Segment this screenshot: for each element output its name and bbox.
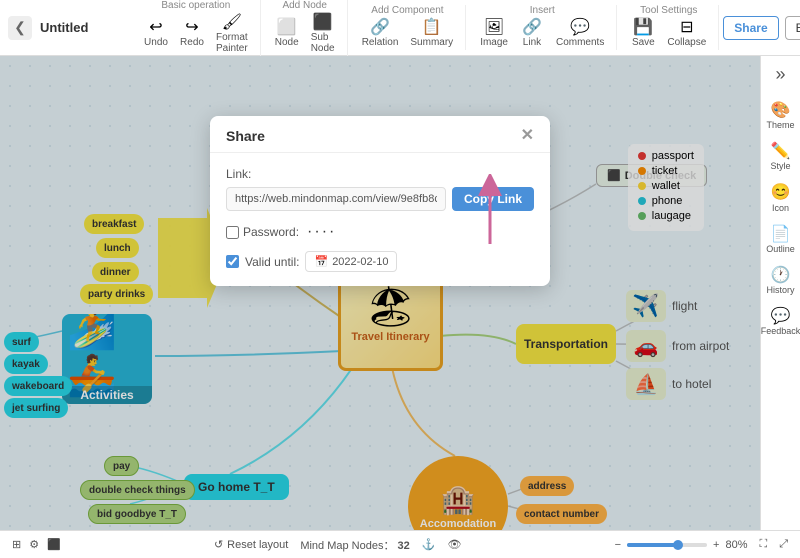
- toolbar: ❮ Untitled Basic operation ↩ Undo ↪ Redo…: [0, 0, 800, 56]
- format-painter-button[interactable]: 🖌 Format Painter: [212, 13, 252, 56]
- zoom-controls: − + 80%: [615, 539, 748, 551]
- link-label: Link:: [226, 167, 534, 181]
- password-checkbox[interactable]: [226, 226, 239, 239]
- valid-row: Valid until: 📅 2022-02-10: [226, 251, 534, 272]
- layers-icon[interactable]: ⬛: [47, 538, 61, 551]
- save-button[interactable]: 💾 Save: [627, 18, 659, 50]
- reset-icon: ↺: [214, 538, 223, 551]
- undo-button[interactable]: ↩ Undo: [140, 18, 172, 50]
- password-dots: ····: [307, 223, 336, 241]
- password-row: Password: ····: [226, 223, 534, 241]
- link-button[interactable]: 🔗 Link: [516, 18, 548, 50]
- redo-button[interactable]: ↪ Redo: [176, 18, 208, 50]
- mind-map-canvas[interactable]: breakfast lunch dinner party drinks 🏄🚣 A…: [0, 56, 760, 530]
- share-button[interactable]: Share: [723, 16, 778, 40]
- bottom-bar: ⊞ ⚙ ⬛ ↺ Reset layout Mind Map Nodes： 32 …: [0, 530, 800, 558]
- modal-close-button[interactable]: ✕: [521, 128, 534, 144]
- theme-button[interactable]: 🎨 Theme: [763, 97, 799, 134]
- basic-operation-group: Basic operation ↩ Undo ↪ Redo 🖌 Format P…: [132, 0, 261, 56]
- outline-button[interactable]: 📄 Outline: [763, 221, 799, 258]
- zoom-out-button[interactable]: −: [615, 539, 621, 551]
- settings-icon[interactable]: ⚙: [29, 538, 39, 551]
- app-title: Untitled: [40, 20, 88, 35]
- export-button[interactable]: Export: [785, 16, 800, 40]
- password-label: Password:: [243, 225, 299, 239]
- anchor-icon[interactable]: ⚓: [422, 538, 436, 551]
- date-field[interactable]: 📅 2022-02-10: [305, 251, 397, 272]
- history-icon: 🕐: [771, 266, 791, 285]
- outline-icon: 📄: [771, 225, 791, 244]
- sub-node-button[interactable]: ⬛ Sub Node: [307, 13, 339, 56]
- history-button[interactable]: 🕐 History: [763, 262, 799, 299]
- zoom-in-button[interactable]: +: [713, 539, 719, 551]
- node-button[interactable]: ⬜ Node: [271, 18, 303, 50]
- icon-button[interactable]: 😊 Icon: [763, 179, 799, 216]
- link-input[interactable]: [226, 187, 446, 211]
- modal-header: Share ✕: [210, 116, 550, 153]
- tool-settings-group: Tool Settings 💾 Save ⊟ Collapse: [619, 5, 719, 50]
- icon-icon: 😊: [771, 183, 791, 202]
- right-sidebar: » 🎨 Theme ✏️ Style 😊 Icon 📄 Outline 🕐 Hi…: [760, 56, 800, 530]
- add-component-group: Add Component 🔗 Relation 📋 Summary: [350, 5, 467, 50]
- modal-title: Share: [226, 128, 265, 144]
- feedback-icon: 💬: [771, 307, 791, 326]
- style-icon: ✏️: [771, 142, 791, 161]
- password-checkbox-label: Password:: [226, 225, 299, 239]
- node-count: 32: [398, 540, 410, 552]
- node-count-label: Mind Map Nodes： 32: [300, 537, 409, 553]
- copy-link-button[interactable]: Copy Link: [452, 187, 534, 211]
- eye-icon[interactable]: 👁: [447, 538, 461, 551]
- style-button[interactable]: ✏️ Style: [763, 138, 799, 175]
- modal-overlay: Share ✕ Link: Copy Link Password: ···: [0, 56, 760, 530]
- link-row: Copy Link: [226, 187, 534, 211]
- reset-layout-button[interactable]: ↺ Reset layout: [214, 538, 288, 551]
- theme-icon: 🎨: [771, 101, 791, 120]
- feedback-button[interactable]: 💬 Feedback: [763, 303, 799, 340]
- fullscreen-button[interactable]: ⤢: [779, 538, 788, 551]
- summary-button[interactable]: 📋 Summary: [406, 18, 457, 50]
- collapse-button[interactable]: ⊟ Collapse: [663, 18, 710, 50]
- insert-group: Insert 🖼 Image 🔗 Link 💬 Comments: [468, 5, 617, 50]
- valid-until-label: Valid until:: [245, 255, 299, 269]
- fit-screen-button[interactable]: ⛶: [760, 538, 768, 551]
- comments-button[interactable]: 💬 Comments: [552, 18, 608, 50]
- sidebar-collapse-button[interactable]: »: [775, 64, 785, 85]
- relation-button[interactable]: 🔗 Relation: [358, 18, 403, 50]
- back-button[interactable]: ❮: [8, 16, 32, 40]
- zoom-slider[interactable]: [627, 543, 707, 547]
- image-button[interactable]: 🖼 Image: [476, 18, 512, 50]
- valid-date: 2022-02-10: [332, 256, 388, 268]
- zoom-level: 80%: [725, 539, 747, 551]
- share-modal: Share ✕ Link: Copy Link Password: ···: [210, 116, 550, 286]
- add-node-group: Add Node ⬜ Node ⬛ Sub Node: [263, 0, 348, 56]
- valid-until-checkbox[interactable]: [226, 255, 239, 268]
- grid-icon[interactable]: ⊞: [12, 538, 21, 551]
